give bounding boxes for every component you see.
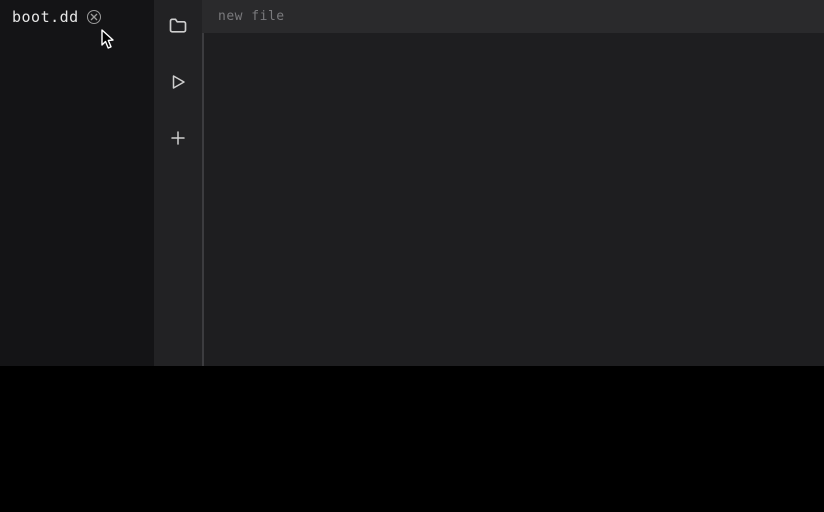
file-sidebar: boot.dd	[0, 0, 154, 366]
folder-button[interactable]	[164, 12, 192, 40]
file-item-label: boot.dd	[12, 8, 79, 26]
editor-body[interactable]	[202, 33, 824, 366]
run-button[interactable]	[164, 68, 192, 96]
editor-pane: new file	[202, 0, 824, 366]
activity-rail	[154, 0, 202, 366]
new-button[interactable]	[164, 124, 192, 152]
play-icon	[169, 73, 187, 91]
close-file-icon[interactable]	[87, 10, 101, 24]
plus-icon	[169, 129, 187, 147]
tab-title[interactable]: new file	[218, 9, 285, 24]
editor-margin-line	[202, 33, 204, 366]
tab-bar: new file	[202, 0, 824, 33]
app-frame: boot.dd	[0, 0, 824, 366]
file-item-boot-dd[interactable]: boot.dd	[0, 0, 154, 34]
folder-icon	[168, 16, 188, 36]
